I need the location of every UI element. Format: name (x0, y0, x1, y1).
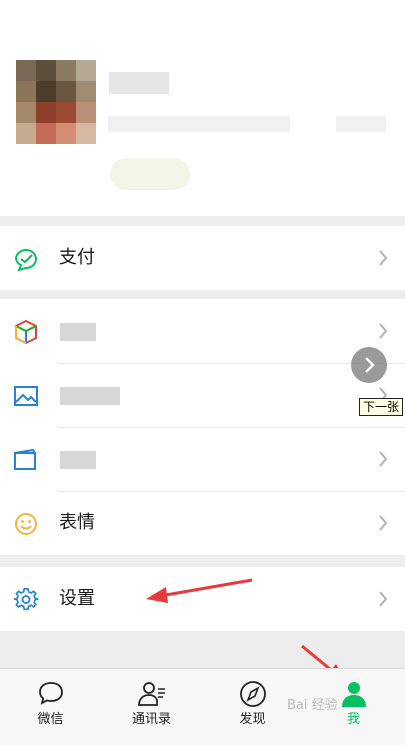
tab-label: 微信 (37, 712, 64, 727)
chevron-right-icon (379, 515, 388, 531)
nickname-masked (109, 72, 169, 94)
gear-icon (13, 588, 39, 611)
settings-group: 设置 (0, 567, 405, 631)
next-image-button[interactable] (351, 347, 387, 383)
wallet-check-icon (14, 249, 37, 272)
menu-row-album[interactable] (0, 363, 405, 427)
compass-icon (240, 681, 266, 707)
chevron-right-icon (379, 451, 388, 467)
menu-label-pay: 支付 (59, 247, 95, 268)
tab-contacts[interactable]: 通讯录 (101, 669, 202, 745)
cube-icon (15, 319, 37, 345)
tab-bar: 微信 通讯录 发现 我 (0, 668, 405, 745)
menu-row-pay[interactable]: 支付 (0, 226, 405, 290)
qr-code-masked[interactable] (336, 116, 386, 132)
menu-label-sticker: 表情 (59, 512, 95, 533)
chevron-right-icon (379, 323, 388, 339)
tab-label: 发现 (239, 712, 266, 727)
label-masked (60, 323, 96, 341)
smiley-icon (15, 513, 37, 535)
chat-bubble-icon (39, 682, 63, 705)
menu-row-favorites[interactable] (0, 299, 405, 363)
pay-group: 支付 (0, 226, 405, 290)
tab-label: 通讯录 (131, 712, 171, 727)
next-image-tooltip: 下一张 (359, 398, 404, 416)
tab-chats[interactable]: 微信 (0, 669, 101, 745)
watermark: Bai 经验 (287, 698, 338, 713)
tab-label: 我 (346, 712, 360, 727)
person-icon (342, 682, 366, 707)
label-masked (60, 451, 96, 469)
card-icon (14, 448, 36, 470)
chevron-right-icon (379, 591, 388, 607)
image-icon (14, 386, 38, 406)
label-masked (60, 387, 120, 405)
contacts-icon (138, 682, 165, 706)
wechat-id-masked (108, 116, 290, 132)
menu-label-settings: 设置 (59, 588, 95, 609)
chevron-right-icon (365, 357, 375, 373)
profile-header[interactable] (0, 0, 405, 216)
chevron-right-icon (379, 250, 388, 266)
menu-row-settings[interactable]: 设置 (0, 567, 405, 631)
status-masked[interactable] (110, 158, 190, 190)
avatar[interactable] (16, 60, 96, 144)
main-group: 表情 (0, 299, 405, 555)
menu-row-sticker[interactable]: 表情 (0, 491, 405, 555)
menu-row-cards[interactable] (0, 427, 405, 491)
